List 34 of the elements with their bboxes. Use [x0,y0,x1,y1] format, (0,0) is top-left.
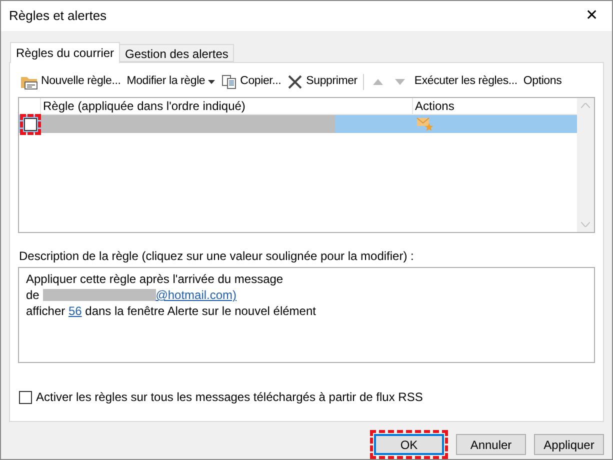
column-header[interactable]: Règle (appliquée dans l'ordre indiqué) [41,98,413,114]
description-line: afficher 56 dans la fenêtre Alerte sur le nouvel élément [26,303,317,319]
copy-icon [221,74,238,90]
description-label: Description de la règle (cliquez sur une valeur soulignée pour la modifier) : [18,248,415,265]
delete-icon [287,74,304,90]
up-arrow-icon [372,78,384,86]
dialog-button[interactable]: Annuler [456,434,526,455]
scroll-down-icon [581,222,590,227]
toolbar-button[interactable]: Nouvelle règle... [20,73,121,91]
dialog-button[interactable]: OK [374,434,444,455]
checkbox[interactable] [24,118,36,130]
toolbar-button[interactable]: Supprimer [287,73,358,91]
envelope-star-icon [416,117,434,131]
tab[interactable]: Gestion des alertes [120,44,234,62]
tab[interactable]: Règles du courrier [10,42,120,63]
value-link[interactable]: 56 [68,303,82,319]
folder-icon [20,74,38,90]
down-arrow-icon [394,78,406,86]
toolbar-button[interactable]: Copier... [221,73,282,91]
scrollbar[interactable] [577,98,594,232]
rss-label: Activer les règles sur tous les messages téléchargés à partir de flux RSS [36,389,423,406]
window-title: Règles et alertes [9,7,107,26]
scroll-up-icon [581,103,590,108]
description-line: de @hotmail.com) [26,287,238,303]
dialog-button[interactable]: Appliquer [534,434,604,455]
toolbar-button[interactable]: Options [523,73,562,91]
toolbar-button[interactable]: Exécuter les règles... [414,73,518,91]
toolbar-button[interactable]: Modifier la règle [126,73,216,91]
caret-icon [208,80,216,84]
checkbox[interactable] [19,390,32,404]
close-button[interactable]: ✕ [572,1,612,31]
column-header[interactable]: Actions [413,98,577,114]
value-link[interactable]: @hotmail.com) [156,287,237,303]
description-line: Appliquer cette règle après l'arrivée du message [26,271,284,287]
